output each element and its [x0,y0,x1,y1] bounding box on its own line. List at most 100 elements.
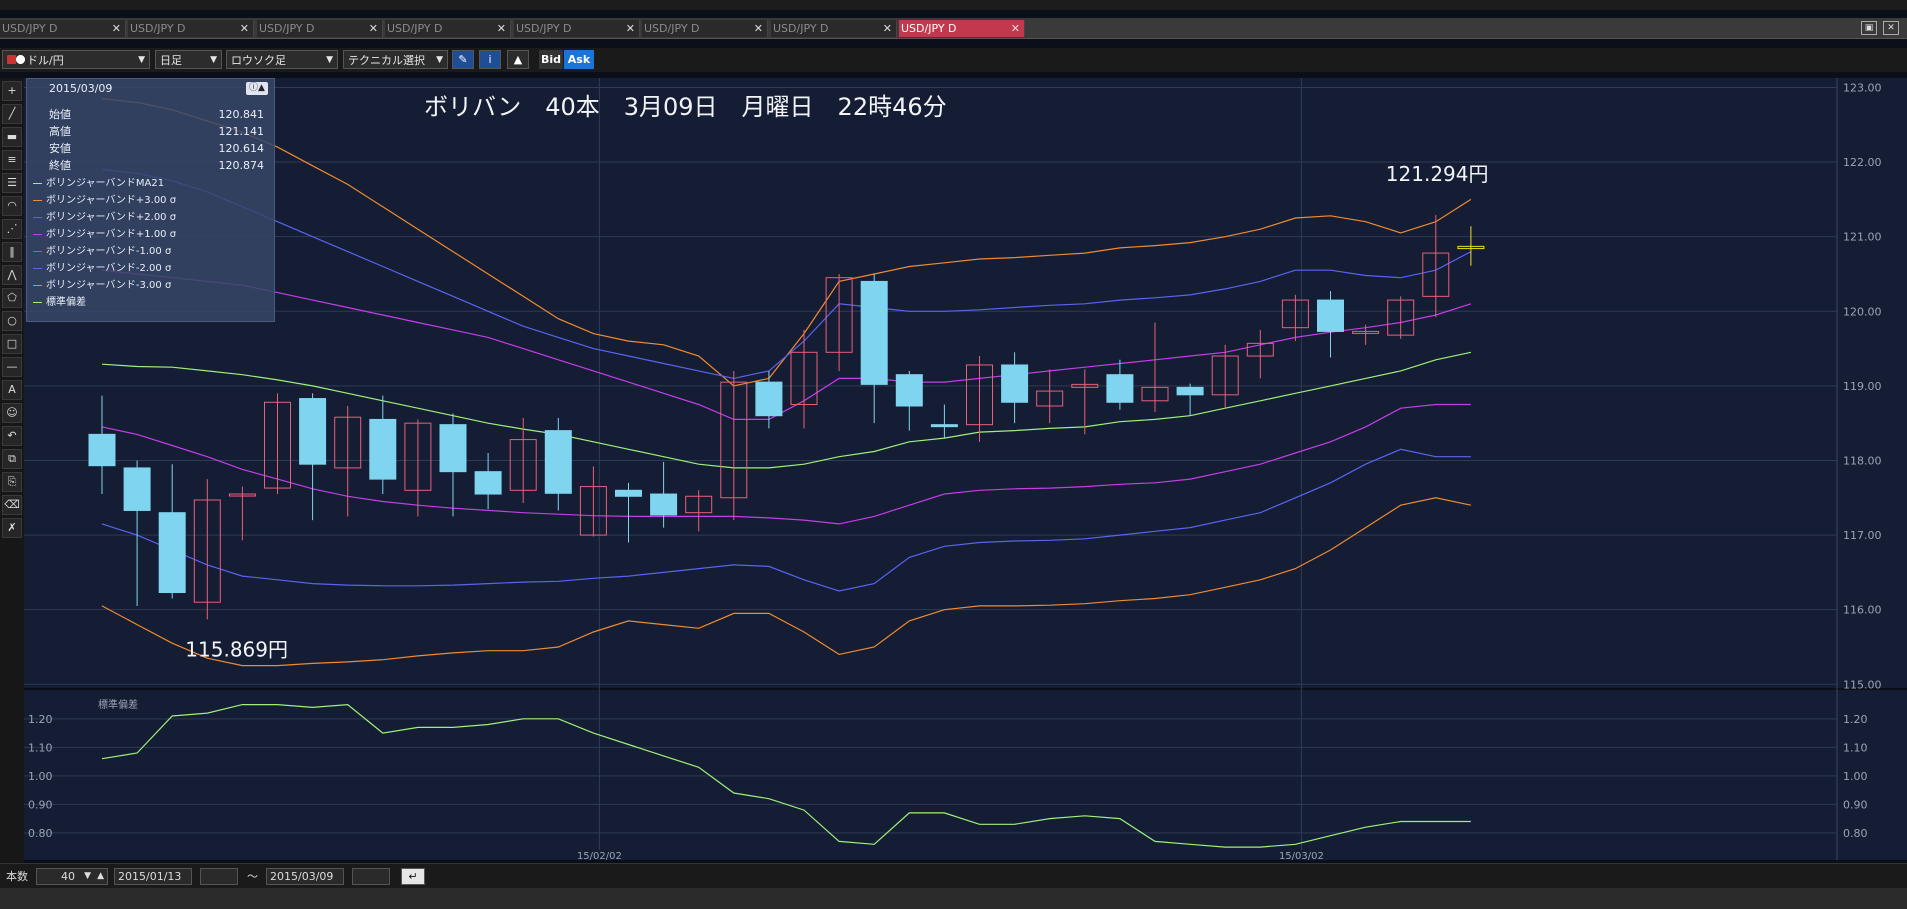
price-tick-label: 115.00 [1843,678,1882,691]
trendline-icon[interactable]: ╱ [2,104,22,124]
tab-usdjpy-4[interactable]: USD/JPY D ✕ [385,20,511,37]
timeframe-select[interactable]: 日足 ▼ [155,50,222,69]
chart-type-select[interactable]: ロウソク足 ▼ [226,50,338,69]
stddev-tick-label-left: 1.10 [28,741,53,754]
candle-body [930,424,958,428]
price-tick-label: 117.00 [1843,529,1882,542]
text-icon[interactable]: A [2,380,22,400]
candle-body [158,512,186,594]
info-icon[interactable]: i [479,50,501,69]
candle-body [299,398,327,465]
horizontal-lines-icon[interactable]: ≡ [2,150,22,170]
clear-icon[interactable]: ✗ [2,518,22,538]
high-value: 121.141 [218,125,265,138]
tab-usdjpy-5[interactable]: USD/JPY D ✕ [514,20,640,37]
stddev-tick-label-left: 0.90 [28,798,53,811]
copy-icon[interactable]: ⧉ [2,449,22,469]
count-stepper[interactable]: 40 ▼ ▲ [36,868,108,885]
chevron-up-icon[interactable]: ▲ [97,869,104,884]
tab-usdjpy-6[interactable]: USD/JPY D ✕ [642,20,768,37]
pen-icon[interactable]: ✎ [452,50,474,69]
technical-label: テクニカル選択 [348,54,425,67]
tab-usdjpy-3[interactable]: USD/JPY D ✕ [257,20,383,37]
chevron-down-icon: ▼ [138,55,145,65]
close-icon[interactable]: ✕ [112,20,121,37]
price-tick-label: 118.00 [1843,454,1882,467]
tab-usdjpy-7[interactable]: USD/JPY D ✕ [771,20,897,37]
undo-icon[interactable]: ↶ [2,426,22,446]
count-value: 40 [61,870,75,883]
end-date-field[interactable]: 2015/03/09 [266,868,344,885]
technical-select[interactable]: テクニカル選択 ▼ [343,50,448,69]
chevron-down-icon[interactable]: ▼ [84,869,91,884]
fan-icon[interactable]: ⋰ [2,219,22,239]
maximize-icon[interactable]: ▣ [1861,21,1877,35]
tab-label: USD/JPY D [773,22,829,35]
legend-swatch [33,182,42,184]
stddev-tick-label-right: 1.20 [1843,713,1868,726]
stddev-tick-label-right: 0.80 [1843,827,1868,840]
line-icon[interactable]: — [2,357,22,377]
start-time-field[interactable] [200,868,238,885]
price-tick-label: 120.00 [1843,305,1882,318]
close-row: 終値 120.874 [49,158,264,174]
close-window-icon[interactable]: ✕ [1883,21,1899,35]
ohlc-info-panel: 2015/03/09 ⓘ▲ 始値 120.841 高値 121.141 安値 120.… [26,78,275,322]
close-icon[interactable]: ✕ [369,20,378,37]
close-icon[interactable]: ✕ [626,20,635,37]
bollinger-chart[interactable]: 123.00 122.00 121.00 120.00 119.00 118.00 117.… [24,78,1907,862]
pitchfork-icon[interactable]: ⋀ [2,265,22,285]
paste-icon[interactable]: ⎘ [2,472,22,492]
low-label: 安値 [49,142,71,155]
candle-body [650,493,678,516]
close-icon[interactable]: ✕ [240,20,249,37]
ask-button[interactable]: Ask [564,50,594,69]
stddev-tick-label-right: 0.90 [1843,798,1868,811]
legend-item-m3: ボリンジャーバンド-3.00 σ [33,278,171,293]
close-icon[interactable]: ✕ [754,20,763,37]
info-collapse-icon[interactable]: ⓘ▲ [246,82,268,95]
ruler-icon[interactable]: ▬ [2,127,22,147]
close-icon[interactable]: ✕ [1011,20,1020,37]
top-menu-bar [0,0,1907,10]
status-bar [0,888,1907,909]
tab-usdjpy-1[interactable]: USD/JPY D ✕ [0,20,126,37]
rectangle-icon[interactable]: □ [2,334,22,354]
circle-icon[interactable]: ○ [2,311,22,331]
apply-return-icon[interactable]: ↵ [401,868,425,885]
close-icon[interactable]: ✕ [497,20,506,37]
end-time-field[interactable] [352,868,390,885]
tab-bar: USD/JPY D ✕ USD/JPY D ✕ USD/JPY D ✕ USD/JPY… [0,18,1907,39]
stddev-pane-label: 標準偏差 [98,698,138,711]
start-date-field[interactable]: 2015/01/13 [114,868,192,885]
tab-label: USD/JPY D [901,22,957,35]
price-tick-label: 123.00 [1843,81,1882,94]
chart-area[interactable]: 123.00 122.00 121.00 120.00 119.00 118.00 117.… [24,78,1907,862]
legend-item-p1: ボリンジャーバンド+1.00 σ [33,227,176,242]
eraser-icon[interactable]: ⌫ [2,495,22,515]
fibonacci-icon[interactable]: ☰ [2,173,22,193]
legend-swatch [33,216,42,218]
price-tick-label: 122.00 [1843,156,1882,169]
currency-pair-select[interactable]: ドル/円 ▼ [2,50,150,69]
legend-label: ボリンジャーバンド-3.00 σ [46,280,172,291]
jp-flag-icon [16,55,25,64]
chevron-down-icon: ▼ [326,55,333,65]
high-annotation: 121.294円 [1386,162,1489,186]
low-annotation: 115.869円 [185,637,288,661]
pentagon-icon[interactable]: ⬠ [2,288,22,308]
mountain-chart-icon[interactable]: ▲ [507,50,529,69]
tab-label: USD/JPY D [387,22,443,35]
bid-button[interactable]: Bid [539,50,563,69]
legend-swatch [33,267,42,269]
arc-icon[interactable]: ◠ [2,196,22,216]
vertical-lines-icon[interactable]: ‖ [2,242,22,262]
smiley-icon[interactable]: ☺ [2,403,22,423]
candle-body [1001,364,1029,403]
tab-usdjpy-2[interactable]: USD/JPY D ✕ [128,20,254,37]
crosshair-icon[interactable]: + [2,81,22,101]
legend-item-p3: ボリンジャーバンド+3.00 σ [33,193,176,208]
tab-usdjpy-active[interactable]: USD/JPY D ✕ [899,20,1025,37]
close-icon[interactable]: ✕ [883,20,892,37]
legend-item-ma21: ボリンジャーバンドMA21 [33,176,164,191]
